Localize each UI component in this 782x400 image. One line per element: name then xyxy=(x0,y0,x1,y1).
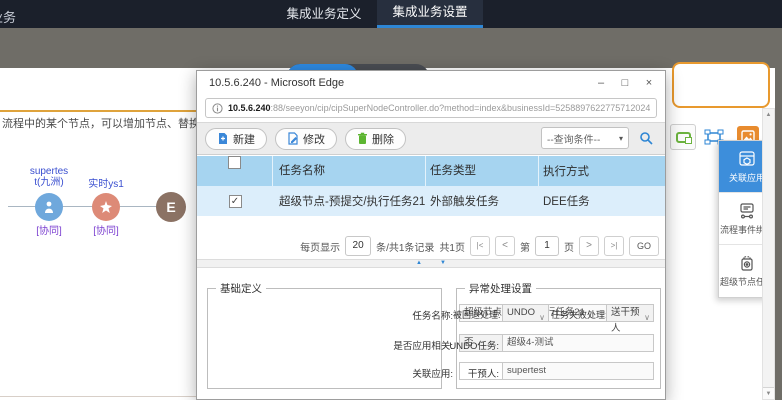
per-page-label: 每页显示 xyxy=(300,239,340,254)
collapse-down-icon[interactable]: ▼ xyxy=(440,260,446,267)
delete-button[interactable]: 删除 xyxy=(345,128,406,150)
cell-task-type: 外部触发任务 xyxy=(426,193,539,209)
panel-splitter[interactable]: ▲ ▼ xyxy=(197,259,665,268)
col-task-type: 任务类型 xyxy=(426,156,539,186)
vertical-scrollbar[interactable]: ▲ ▼ xyxy=(762,108,775,400)
flow-node-person[interactable] xyxy=(35,193,63,221)
star-icon xyxy=(99,200,113,214)
flow-event-icon xyxy=(738,202,756,220)
node1-label: supertes t(九洲) xyxy=(20,166,78,188)
task-name-label: 任务名称: xyxy=(403,308,453,322)
url-host: 10.5.6.240 xyxy=(228,103,271,113)
window-title: 10.5.6.240 - Microsoft Edge xyxy=(209,77,344,89)
col-exec-mode: 执行方式 xyxy=(539,163,665,179)
top-nav-bar: 业务 集成业务定义 集成业务设置 xyxy=(0,0,782,28)
modify-button[interactable]: 修改 xyxy=(275,128,337,150)
new-button[interactable]: 新建 xyxy=(205,128,267,150)
rollback-select[interactable]: UNDO ∨ xyxy=(502,304,549,322)
url-path: :88/seeyon/cip/cipSuperNodeController.do… xyxy=(271,103,650,113)
page-label-post: 页 xyxy=(564,239,574,254)
tab-integration-settings[interactable]: 集成业务设置 xyxy=(377,0,483,28)
edit-pencil-icon xyxy=(287,132,299,145)
row-checkbox[interactable]: ✓ xyxy=(229,195,242,208)
cell-exec-mode: DEE任务 xyxy=(539,193,665,209)
page-size-input[interactable]: 20 xyxy=(345,236,371,256)
green-rect-icon xyxy=(676,132,691,143)
table-row[interactable]: ✓ 超级节点-预提交/执行任务21 外部触发任务 DEE任务 xyxy=(197,186,665,216)
node2-label: 实时ys1 xyxy=(77,179,135,190)
search-icon[interactable] xyxy=(639,131,653,145)
tab-integration-define[interactable]: 集成业务定义 xyxy=(268,0,380,28)
fail-handle-select[interactable]: 送干预人 ∨ xyxy=(606,304,654,322)
url-text: 10.5.6.240:88/seeyon/cip/cipSuperNodeCon… xyxy=(228,103,650,113)
first-page-button[interactable]: |< xyxy=(470,236,490,256)
trash-icon xyxy=(357,132,368,145)
table-header: 任务名称 任务类型 执行方式 xyxy=(197,156,665,186)
supernode-task-icon xyxy=(738,254,756,272)
next-page-button[interactable]: > xyxy=(579,236,599,256)
edge-popup-window: 10.5.6.240 - Microsoft Edge – □ × 10.5.6… xyxy=(196,70,666,400)
fail-handle-label: 任务失败处理: xyxy=(551,308,603,321)
selected-region-box xyxy=(672,62,770,108)
total-pages-label: 共1页 xyxy=(439,239,465,254)
node-select-tool[interactable] xyxy=(670,124,696,150)
query-condition-select[interactable]: --查询条件-- ▾ xyxy=(541,127,629,149)
records-label: 条/共1条记录 xyxy=(376,239,434,254)
new-document-icon xyxy=(217,132,229,145)
window-frame-strip xyxy=(775,68,782,400)
maximize-button[interactable]: □ xyxy=(613,71,637,96)
view-switch-bar: 流程图 集成视图 xyxy=(0,28,782,68)
minimize-button[interactable]: – xyxy=(589,71,613,96)
rollback-label: 被回退处理: xyxy=(453,308,499,321)
handler-label: 干预人: xyxy=(459,366,499,380)
last-page-button[interactable]: >| xyxy=(604,236,624,256)
handler-input[interactable]: supertest xyxy=(502,362,654,380)
col-task-name: 任务名称 xyxy=(273,156,426,186)
undo-task-input[interactable]: 超级4-测试 xyxy=(502,334,654,352)
scroll-up-icon[interactable]: ▲ xyxy=(763,109,774,121)
page-number-input[interactable]: 1 xyxy=(535,236,559,256)
undo-task-label: UNDO任务: xyxy=(449,338,499,352)
chevron-down-icon: ∨ xyxy=(644,310,650,326)
node2-sub-label: [协同] xyxy=(77,222,135,237)
person-icon xyxy=(42,200,56,214)
exception-settings-legend: 异常处理设置 xyxy=(465,281,536,296)
partial-left-tab[interactable]: 业务 xyxy=(0,7,30,26)
flow-node-end[interactable]: E xyxy=(156,192,186,222)
window-controls: – □ × xyxy=(589,71,661,96)
close-button[interactable]: × xyxy=(637,71,661,96)
header-checkbox[interactable] xyxy=(228,156,241,169)
related-app-label: 关联应用: xyxy=(403,366,453,380)
canvas-bottom-border xyxy=(0,396,196,397)
scroll-down-icon[interactable]: ▼ xyxy=(763,387,774,399)
collapse-up-icon[interactable]: ▲ xyxy=(416,260,422,267)
prev-page-button[interactable]: < xyxy=(495,236,515,256)
app-related-label: 是否应用相关: xyxy=(391,338,453,352)
go-button[interactable]: GO xyxy=(629,236,659,256)
info-icon xyxy=(212,103,223,114)
basic-definition-legend: 基础定义 xyxy=(216,281,266,296)
chevron-down-icon: ∨ xyxy=(539,310,545,326)
cell-task-name: 超级节点-预提交/执行任务21 xyxy=(273,193,426,209)
node1-sub-label: [协同] xyxy=(20,222,78,237)
page-label-pre: 第 xyxy=(520,239,530,254)
node-hint-text: 流程中的某个节点，可以增加节点、替换或删除当前节点、复制当 xyxy=(2,115,196,131)
pagination: 每页显示 20 条/共1条记录 共1页 |< < 第 1 页 > >| GO xyxy=(300,235,659,257)
app-box-icon xyxy=(738,150,756,168)
hint-box-border xyxy=(0,110,196,112)
url-bar[interactable]: 10.5.6.240:88/seeyon/cip/cipSuperNodeCon… xyxy=(205,98,657,118)
chevron-down-icon: ▾ xyxy=(619,134,623,143)
flow-node-trigger[interactable] xyxy=(92,193,120,221)
